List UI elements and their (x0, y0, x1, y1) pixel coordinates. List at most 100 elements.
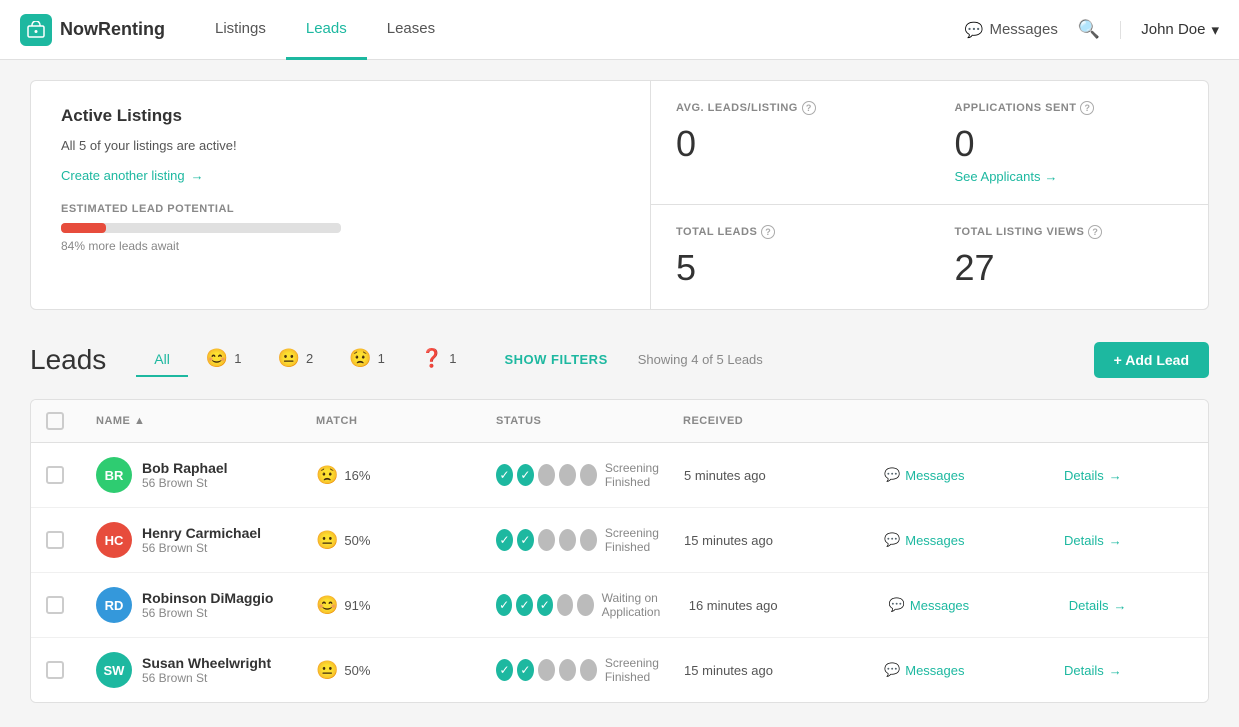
th-name[interactable]: NAME ▲ (96, 415, 316, 427)
table-row: BR Bob Raphael 56 Brown St 😟 16% ✓✓ Scre… (31, 443, 1208, 508)
th-status: STATUS (496, 415, 683, 427)
th-match: MATCH (316, 415, 496, 427)
total-views-box: TOTAL LISTING VIEWS ? 27 (930, 205, 1209, 309)
row-received: 16 minutes ago (689, 598, 889, 613)
avg-leads-help-icon[interactable]: ? (802, 101, 816, 115)
arrow-right-icon: → (1113, 598, 1126, 613)
avg-leads-box: AVG. LEADS/LISTING ? 0 (651, 81, 930, 205)
logo[interactable]: NowRenting (20, 14, 165, 46)
tab-all[interactable]: All (136, 343, 188, 377)
match-icon: 😐 (316, 660, 338, 681)
create-listing-link[interactable]: Create another listing → (61, 168, 620, 183)
row-received: 5 minutes ago (684, 468, 884, 483)
nav-leases[interactable]: Leases (367, 0, 455, 60)
arrow-right-icon: → (1045, 169, 1058, 184)
total-views-help-icon[interactable]: ? (1088, 225, 1102, 239)
showing-text: Showing 4 of 5 Leads (638, 352, 763, 367)
details-link[interactable]: Details → (1064, 533, 1194, 548)
row-name-cell: RD Robinson DiMaggio 56 Brown St (96, 587, 316, 623)
table-body: BR Bob Raphael 56 Brown St 😟 16% ✓✓ Scre… (31, 443, 1208, 702)
avatar: HC (96, 522, 132, 558)
applications-help-icon[interactable]: ? (1080, 101, 1094, 115)
add-lead-button[interactable]: + Add Lead (1094, 342, 1209, 378)
avg-leads-value: 0 (676, 123, 905, 165)
stats-card: Active Listings All 5 of your listings a… (30, 80, 1209, 310)
stats-left: Active Listings All 5 of your listings a… (31, 81, 651, 309)
status-text: Screening Finished (605, 461, 684, 489)
total-leads-value: 5 (676, 247, 905, 289)
tab-happy[interactable]: 😊 1 (188, 340, 260, 379)
status-text: Waiting on Application (602, 591, 689, 619)
neutral-face-icon: 😐 (278, 348, 300, 369)
total-leads-box: TOTAL LEADS ? 5 (651, 205, 930, 309)
lead-address: 56 Brown St (142, 671, 271, 685)
tab-sad[interactable]: 😟 1 (331, 340, 403, 379)
row-received: 15 minutes ago (684, 533, 884, 548)
row-checkbox[interactable] (46, 466, 96, 484)
main-content: Active Listings All 5 of your listings a… (0, 60, 1239, 723)
details-link[interactable]: Details → (1064, 468, 1194, 483)
nav-leads[interactable]: Leads (286, 0, 367, 60)
row-status-cell: ✓✓ Screening Finished (496, 526, 684, 554)
table-header-row: NAME ▲ MATCH STATUS RECEIVED (31, 400, 1208, 443)
header: NowRenting Listings Leads Leases 💬 Messa… (0, 0, 1239, 60)
messages-link[interactable]: 💬 Messages (889, 597, 1069, 613)
progress-bar-container (61, 223, 341, 233)
leads-title: Leads (30, 344, 106, 376)
lead-address: 56 Brown St (142, 541, 261, 555)
user-menu[interactable]: John Doe ▾ (1120, 21, 1219, 39)
question-face-icon: ❓ (421, 348, 443, 369)
row-checkbox[interactable] (46, 596, 96, 614)
leads-table: NAME ▲ MATCH STATUS RECEIVED BR Bob Raph… (30, 399, 1209, 703)
tab-question[interactable]: ❓ 1 (403, 340, 475, 379)
chat-icon: 💬 (884, 532, 900, 548)
lead-potential-sub: 84% more leads await (61, 239, 620, 253)
row-checkbox[interactable] (46, 661, 96, 679)
applications-box: APPLICATIONS SENT ? 0 See Applicants → (930, 81, 1209, 205)
total-leads-label: TOTAL LEADS ? (676, 225, 905, 239)
match-percent: 91% (344, 598, 370, 613)
match-percent: 50% (344, 533, 370, 548)
match-percent: 16% (344, 468, 370, 483)
row-checkbox[interactable] (46, 531, 96, 549)
arrow-right-icon: → (191, 168, 204, 183)
th-checkbox (46, 412, 96, 430)
total-views-label: TOTAL LISTING VIEWS ? (955, 225, 1184, 239)
arrow-right-icon: → (1109, 468, 1122, 483)
sad-face-icon: 😟 (349, 348, 371, 369)
nav-listings[interactable]: Listings (195, 0, 286, 60)
details-link[interactable]: Details → (1064, 663, 1194, 678)
lead-address: 56 Brown St (142, 606, 273, 620)
lead-name: Susan Wheelwright (142, 655, 271, 671)
lead-potential-label: ESTIMATED LEAD POTENTIAL (61, 203, 620, 215)
total-leads-help-icon[interactable]: ? (761, 225, 775, 239)
avg-leads-label: AVG. LEADS/LISTING ? (676, 101, 905, 115)
show-filters-button[interactable]: SHOW FILTERS (494, 352, 617, 367)
details-link[interactable]: Details → (1069, 598, 1199, 613)
messages-link[interactable]: 💬 Messages (884, 467, 1064, 483)
messages-button[interactable]: 💬 Messages (965, 21, 1058, 39)
select-all-checkbox[interactable] (46, 412, 64, 430)
search-button[interactable]: 🔍 (1078, 19, 1100, 40)
arrow-right-icon: → (1109, 663, 1122, 678)
messages-link[interactable]: 💬 Messages (884, 532, 1064, 548)
match-icon: 😟 (316, 465, 338, 486)
total-views-value: 27 (955, 247, 1184, 289)
leads-tabs: All 😊 1 😐 2 😟 1 ❓ 1 (136, 340, 474, 379)
applications-label: APPLICATIONS SENT ? (955, 101, 1184, 115)
table-row: HC Henry Carmichael 56 Brown St 😐 50% ✓✓… (31, 508, 1208, 573)
applications-value: 0 (955, 123, 1184, 165)
row-status-cell: ✓✓ Screening Finished (496, 656, 684, 684)
chat-icon: 💬 (884, 662, 900, 678)
lead-address: 56 Brown St (142, 476, 228, 490)
active-listings-desc: All 5 of your listings are active! (61, 138, 620, 153)
tab-neutral[interactable]: 😐 2 (260, 340, 332, 379)
messages-link[interactable]: 💬 Messages (884, 662, 1064, 678)
match-percent: 50% (344, 663, 370, 678)
table-row: SW Susan Wheelwright 56 Brown St 😐 50% ✓… (31, 638, 1208, 702)
logo-text: NowRenting (60, 19, 165, 40)
see-applicants-link[interactable]: See Applicants → (955, 169, 1184, 184)
match-icon: 😊 (316, 595, 338, 616)
row-received: 15 minutes ago (684, 663, 884, 678)
status-text: Screening Finished (605, 526, 684, 554)
